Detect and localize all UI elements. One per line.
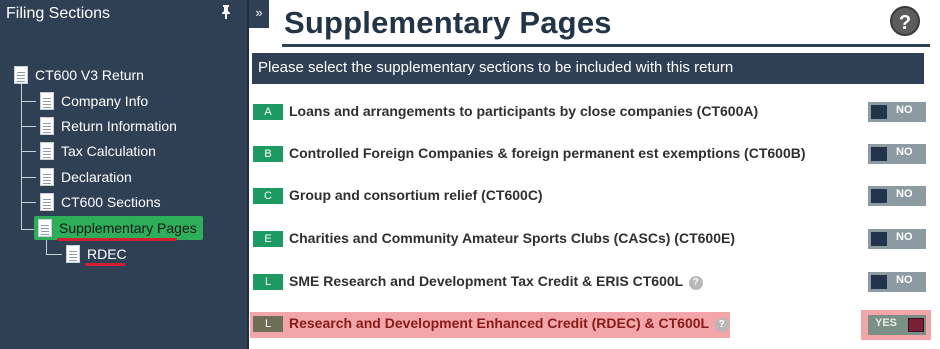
tree-node-label: Supplementary Pages [59, 220, 197, 236]
document-icon [66, 245, 80, 263]
section-label: Charities and Community Amateur Sports C… [289, 230, 735, 246]
include-toggle[interactable]: NO [868, 186, 926, 206]
toggle-knob [871, 147, 887, 161]
supplementary-row-rdec: L Research and Development Enhanced Cred… [250, 310, 931, 340]
document-icon [40, 117, 54, 135]
section-label: Group and consortium relief (CT600C) [289, 187, 543, 203]
tree-node-ct600-sections[interactable]: CT600 Sections [40, 191, 161, 213]
filing-sections-sidebar: Filing Sections CT600 V3 Return Company … [0, 0, 247, 349]
supplementary-row-ct600c: C Group and consortium relief (CT600C) N… [250, 184, 930, 210]
toggle-knob [871, 275, 887, 289]
include-toggle[interactable]: NO [868, 102, 926, 122]
toggle-knob [871, 105, 887, 119]
tree-node-label: Tax Calculation [61, 143, 156, 159]
section-label: SME Research and Development Tax Credit … [289, 273, 703, 290]
selection-underline [85, 263, 125, 266]
section-letter-badge: B [253, 146, 283, 162]
tree-node-ct600-v3-return[interactable]: CT600 V3 Return [14, 64, 144, 86]
include-toggle[interactable]: YES [868, 315, 926, 335]
help-hint-icon[interactable]: ? [688, 276, 703, 290]
collapse-sidebar-button[interactable]: » [249, 0, 269, 28]
toggle-value: NO [896, 274, 913, 286]
supplementary-row-ct600e: E Charities and Community Amateur Sports… [250, 227, 930, 253]
toggle-value: NO [896, 104, 913, 116]
title-divider [282, 44, 930, 47]
tree-node-return-information[interactable]: Return Information [40, 115, 177, 137]
section-label: Loans and arrangements to participants b… [289, 103, 759, 119]
sidebar-title: Filing Sections [6, 5, 111, 22]
tree-node-declaration[interactable]: Declaration [40, 166, 132, 188]
document-icon [40, 92, 54, 110]
include-toggle[interactable]: NO [868, 272, 926, 292]
tree-node-rdec[interactable]: RDEC [66, 243, 127, 265]
selection-underline [57, 238, 177, 241]
section-label-text: Research and Development Enhanced Credit… [289, 315, 709, 331]
section-letter-badge: C [253, 188, 283, 204]
section-letter-badge: E [253, 231, 283, 247]
include-toggle[interactable]: NO [868, 144, 926, 164]
document-icon [40, 168, 54, 186]
supplementary-row-ct600b: B Controlled Foreign Companies & foreign… [250, 142, 930, 168]
pin-icon[interactable] [219, 4, 233, 20]
help-icon[interactable]: ? [890, 6, 920, 36]
include-toggle[interactable]: NO [868, 229, 926, 249]
toggle-knob [871, 189, 887, 203]
document-icon [40, 193, 54, 211]
sidebar-divider[interactable] [247, 0, 249, 349]
section-letter-badge: L [253, 274, 283, 290]
section-letter-badge: A [253, 104, 283, 120]
document-icon [40, 142, 54, 160]
section-letter-badge: L [253, 316, 283, 332]
section-label: Research and Development Enhanced Credit… [289, 315, 729, 332]
help-hint-icon[interactable]: ? [714, 318, 729, 332]
page-title: Supplementary Pages [284, 5, 612, 40]
supplementary-row-ct600l-sme: L SME Research and Development Tax Credi… [250, 270, 930, 296]
tree-node-company-info[interactable]: Company Info [40, 90, 148, 112]
supplementary-row-ct600a: A Loans and arrangements to participants… [250, 100, 930, 126]
tree-node-label: CT600 Sections [61, 194, 161, 210]
toggle-value: YES [875, 317, 898, 329]
toggle-value: NO [896, 231, 913, 243]
tree-node-label: Company Info [61, 93, 149, 109]
tree-node-label: RDEC [87, 246, 127, 262]
toggle-knob [908, 318, 924, 332]
toggle-value: NO [896, 146, 913, 158]
tree-node-label: Return Information [61, 118, 177, 134]
toggle-value: NO [896, 188, 913, 200]
tree-node-supplementary-pages[interactable]: Supplementary Pages [34, 216, 203, 240]
document-icon [14, 66, 28, 84]
section-label: Controlled Foreign Companies & foreign p… [289, 145, 806, 161]
tree-node-label: CT600 V3 Return [35, 67, 144, 83]
toggle-knob [871, 232, 887, 246]
document-icon [38, 219, 52, 237]
tree-node-label: Declaration [61, 169, 132, 185]
tree-node-tax-calculation[interactable]: Tax Calculation [40, 140, 156, 162]
instruction-banner: Please select the supplementary sections… [252, 53, 924, 84]
section-label-text: SME Research and Development Tax Credit … [289, 273, 683, 289]
